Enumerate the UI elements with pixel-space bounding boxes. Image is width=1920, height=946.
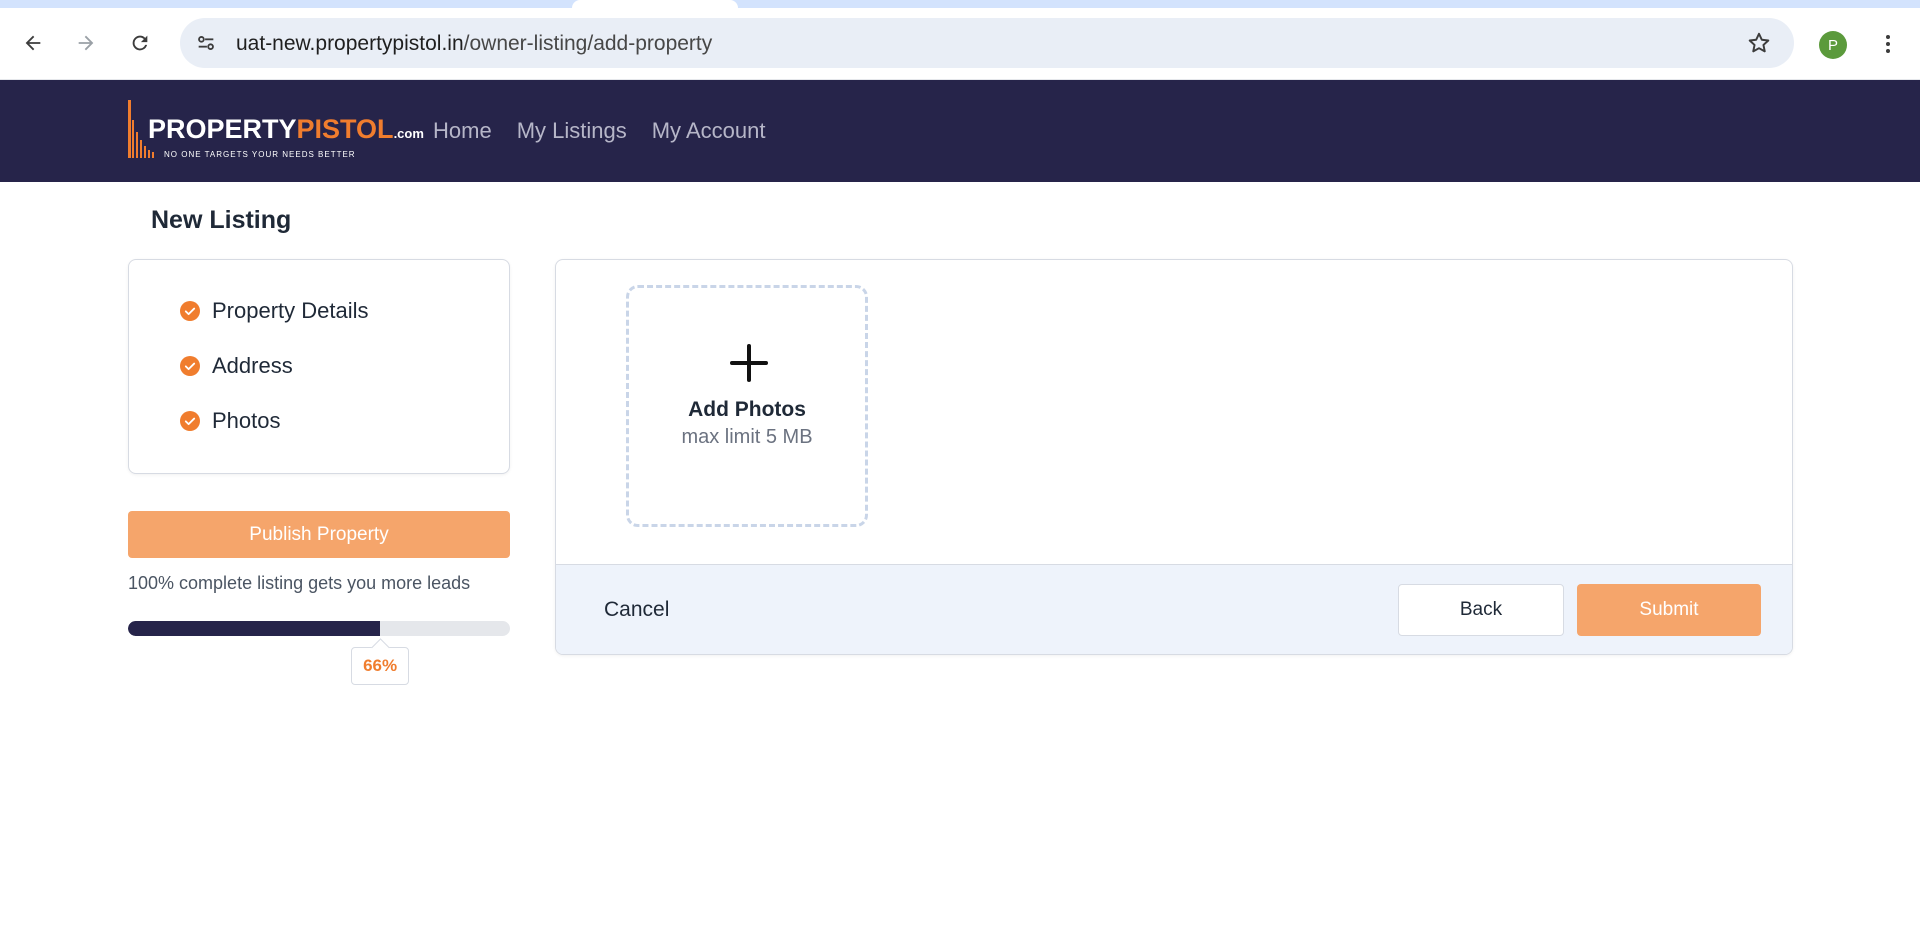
progress-badge: 66% [351,647,410,685]
back-button[interactable]: Back [1398,584,1564,636]
profile-avatar[interactable]: P [1819,31,1847,59]
nav-my-account[interactable]: My Account [652,118,766,144]
reload-icon[interactable] [122,25,158,61]
logo-brand-part1: PROPERTY [148,114,297,144]
forward-arrow-icon[interactable] [68,25,104,61]
address-bar[interactable]: uat-new.propertypistol.in/owner-listing/… [180,18,1794,68]
browser-tab-strip [0,0,1920,8]
check-circle-icon [180,411,200,431]
propertypistol-logo[interactable]: PROPERTYPISTOL.com NO ONE TARGETS YOUR N… [126,98,424,164]
logo-brand-suffix: .com [393,126,424,141]
check-circle-icon [180,301,200,321]
plus-icon [730,344,768,382]
main-nav: Home My Listings My Account [433,118,765,144]
url-host: uat-new.propertypistol.in [236,32,464,55]
bookmark-star-icon[interactable] [1746,30,1772,56]
step-label: Address [212,353,293,378]
step-label: Photos [212,408,281,433]
site-settings-icon[interactable] [192,29,220,57]
completion-hint: 100% complete listing gets you more lead… [128,573,471,593]
photos-card: Add Photos max limit 5 MB Cancel Back Su… [555,259,1793,655]
progress-bar [128,621,510,636]
steps-card: Property Details Address Photos [128,259,510,474]
publish-property-button[interactable]: Publish Property [128,511,510,558]
cancel-button[interactable]: Cancel [604,598,669,622]
card-footer: Cancel Back Submit [556,564,1792,654]
nav-my-listings[interactable]: My Listings [517,118,627,144]
url-text[interactable]: uat-new.propertypistol.in/owner-listing/… [236,32,712,56]
browser-toolbar: uat-new.propertypistol.in/owner-listing/… [0,8,1920,80]
logo-brand-part2: PISTOL [296,114,394,144]
back-arrow-icon[interactable] [15,25,51,61]
submit-button[interactable]: Submit [1577,584,1761,636]
page-title: New Listing [151,206,292,234]
logo-tagline: NO ONE TARGETS YOUR NEEDS BETTER [164,150,356,159]
progress-fill [128,621,381,636]
logo-brand: PROPERTYPISTOL.com [148,114,424,145]
site-header: PROPERTYPISTOL.com NO ONE TARGETS YOUR N… [0,80,1920,182]
url-path: /owner-listing/add-property [463,32,713,55]
step-property-details[interactable]: Property Details [180,298,369,324]
active-tab[interactable] [572,0,738,8]
nav-home[interactable]: Home [433,118,492,144]
step-photos[interactable]: Photos [180,408,281,434]
add-photos-dropzone[interactable]: Add Photos max limit 5 MB [626,285,868,527]
add-photos-title: Add Photos [688,398,806,421]
step-address[interactable]: Address [180,353,293,379]
kebab-menu-icon[interactable] [1872,28,1904,60]
check-circle-icon [180,356,200,376]
step-label: Property Details [212,298,369,323]
add-photos-limit: max limit 5 MB [681,426,813,448]
